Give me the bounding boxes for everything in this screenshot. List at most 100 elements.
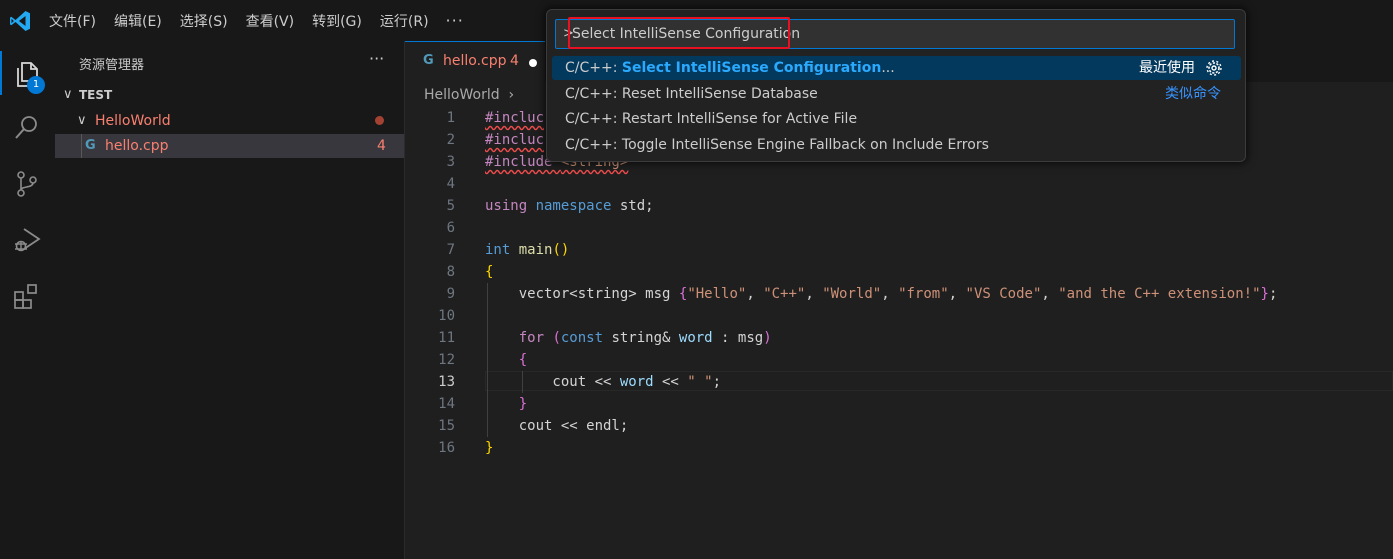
code-token: ; bbox=[1268, 286, 1278, 302]
line-number: 14 bbox=[438, 396, 455, 412]
code-text: using namespace std; bbox=[485, 195, 654, 217]
code-token: , bbox=[1041, 286, 1059, 302]
code-token: #incluc bbox=[485, 110, 545, 126]
code-token: vector<string> msg bbox=[485, 286, 679, 302]
command-item[interactable]: C/C++: Select IntelliSense Configuration… bbox=[552, 56, 1241, 80]
command-item[interactable]: C/C++: Toggle IntelliSense Engine Fallba… bbox=[552, 133, 1241, 157]
code-token: << bbox=[653, 374, 688, 390]
explorer-more-icon[interactable]: ··· bbox=[369, 49, 384, 68]
tab-hello-cpp[interactable]: G hello.cpp 4 bbox=[405, 41, 545, 82]
code-line[interactable]: 9 vector<string> msg {"Hello", "C++", "W… bbox=[405, 283, 1393, 305]
code-token: std bbox=[619, 198, 646, 214]
tree-folder-helloworld[interactable]: ∨ HelloWorld bbox=[55, 109, 404, 133]
code-text: vector<string> msg {"Hello", "C++", "Wor… bbox=[485, 283, 1278, 305]
menu-more-icon[interactable]: ··· bbox=[438, 11, 472, 30]
menu-file[interactable]: 文件(F) bbox=[40, 11, 105, 31]
recently-used-label: 最近使用 bbox=[1139, 60, 1195, 76]
code-token: "C++" bbox=[763, 286, 806, 302]
code-line[interactable]: 11 for (const string& word : msg) bbox=[405, 327, 1393, 349]
folder-label: HelloWorld bbox=[95, 113, 171, 129]
code-token: : msg bbox=[712, 330, 764, 346]
line-number: 7 bbox=[446, 242, 455, 258]
c-plus-plus-icon: G bbox=[85, 138, 96, 153]
problem-dot-icon bbox=[375, 116, 384, 125]
code-token: , bbox=[881, 286, 899, 302]
breadcrumb-folder[interactable]: HelloWorld bbox=[424, 87, 500, 103]
code-token: } bbox=[1260, 286, 1269, 302]
code-token: for bbox=[518, 330, 553, 346]
line-number: 15 bbox=[438, 418, 455, 434]
code-token: main bbox=[518, 242, 553, 258]
code-token: ) bbox=[763, 330, 772, 346]
command-item[interactable]: C/C++: Reset IntelliSense Database 类似命令 bbox=[552, 82, 1241, 106]
menu-view[interactable]: 查看(V) bbox=[237, 11, 304, 31]
source-control-icon bbox=[17, 171, 37, 197]
tree-indent-guide bbox=[81, 134, 82, 158]
code-text: } bbox=[485, 437, 493, 459]
code-token: () bbox=[552, 242, 570, 258]
activity-search[interactable] bbox=[0, 101, 55, 151]
line-number: 6 bbox=[446, 220, 455, 236]
code-text: #incluc bbox=[485, 107, 544, 129]
code-token: } bbox=[485, 440, 494, 456]
chevron-down-icon: ∨ bbox=[63, 87, 73, 102]
activity-run-debug[interactable] bbox=[0, 213, 55, 263]
command-item-label: C/C++: Select IntelliSense Configuration… bbox=[565, 56, 895, 80]
code-line[interactable]: 8{ bbox=[405, 261, 1393, 283]
activity-source-control[interactable] bbox=[0, 157, 55, 207]
explorer-title: 资源管理器 bbox=[79, 58, 145, 73]
unsaved-dot-icon[interactable] bbox=[529, 59, 537, 67]
code-line[interactable]: 4 bbox=[405, 173, 1393, 195]
code-line[interactable]: 13 cout << word << " "; bbox=[405, 371, 1393, 393]
code-token: "Hello" bbox=[687, 286, 747, 302]
chevron-down-icon: ∨ bbox=[77, 113, 87, 128]
breadcrumb: HelloWorld › bbox=[424, 87, 514, 103]
menu-go[interactable]: 转到(G) bbox=[303, 11, 371, 31]
line-number: 16 bbox=[438, 440, 455, 456]
command-item-suffix: ... bbox=[881, 60, 895, 76]
menu-edit[interactable]: 编辑(E) bbox=[105, 11, 171, 31]
code-token: word bbox=[619, 374, 654, 390]
code-token: "VS Code" bbox=[965, 286, 1042, 302]
line-number: 2 bbox=[446, 132, 455, 148]
code-text: for (const string& word : msg) bbox=[485, 327, 772, 349]
code-token: int bbox=[485, 242, 519, 258]
tree-file-hello-cpp[interactable]: G hello.cpp 4 bbox=[55, 134, 404, 158]
menu-run[interactable]: 运行(R) bbox=[371, 11, 438, 31]
similar-commands-link[interactable]: 类似命令 bbox=[1165, 82, 1221, 106]
code-token: } bbox=[518, 396, 528, 412]
code-line[interactable]: 16} bbox=[405, 437, 1393, 459]
activity-explorer[interactable]: 1 bbox=[0, 47, 55, 97]
tab-label: hello.cpp bbox=[443, 53, 507, 69]
code-token: ( bbox=[552, 330, 561, 346]
code-line[interactable]: 14 } bbox=[405, 393, 1393, 415]
code-line[interactable]: 15 cout << endl; bbox=[405, 415, 1393, 437]
command-item-prefix: C/C++: bbox=[565, 60, 622, 76]
line-number: 1 bbox=[446, 110, 455, 126]
explorer-badge: 1 bbox=[27, 76, 45, 94]
gear-icon[interactable] bbox=[1205, 59, 1223, 77]
code-token: const bbox=[560, 330, 612, 346]
command-item[interactable]: C/C++: Restart IntelliSense for Active F… bbox=[552, 107, 1241, 131]
chevron-right-icon: › bbox=[504, 87, 515, 103]
code-text: cout << word << " "; bbox=[485, 371, 721, 393]
tab-problem-count: 4 bbox=[510, 53, 519, 69]
code-token: { bbox=[518, 352, 528, 368]
code-line[interactable]: 12 { bbox=[405, 349, 1393, 371]
code-line[interactable]: 10 bbox=[405, 305, 1393, 327]
code-line[interactable]: 7 int main() bbox=[405, 239, 1393, 261]
activity-extensions[interactable] bbox=[0, 269, 55, 319]
line-number: 11 bbox=[438, 330, 455, 346]
line-number: 13 bbox=[438, 374, 455, 390]
command-item-prefix: C/C++: Restart IntelliSense for Active F… bbox=[565, 111, 858, 127]
file-label: hello.cpp bbox=[105, 138, 169, 154]
explorer-sidebar: 资源管理器 ··· ∨ TEST ∨ HelloWorld G hello.cp… bbox=[55, 41, 405, 559]
menu-selection[interactable]: 选择(S) bbox=[171, 11, 237, 31]
line-number: 3 bbox=[446, 154, 455, 170]
line-number: 12 bbox=[438, 352, 455, 368]
workspace-header[interactable]: ∨ TEST bbox=[55, 83, 404, 107]
line-number: 9 bbox=[446, 286, 455, 302]
code-line[interactable]: 5 using namespace std; bbox=[405, 195, 1393, 217]
code-line[interactable]: 6 bbox=[405, 217, 1393, 239]
